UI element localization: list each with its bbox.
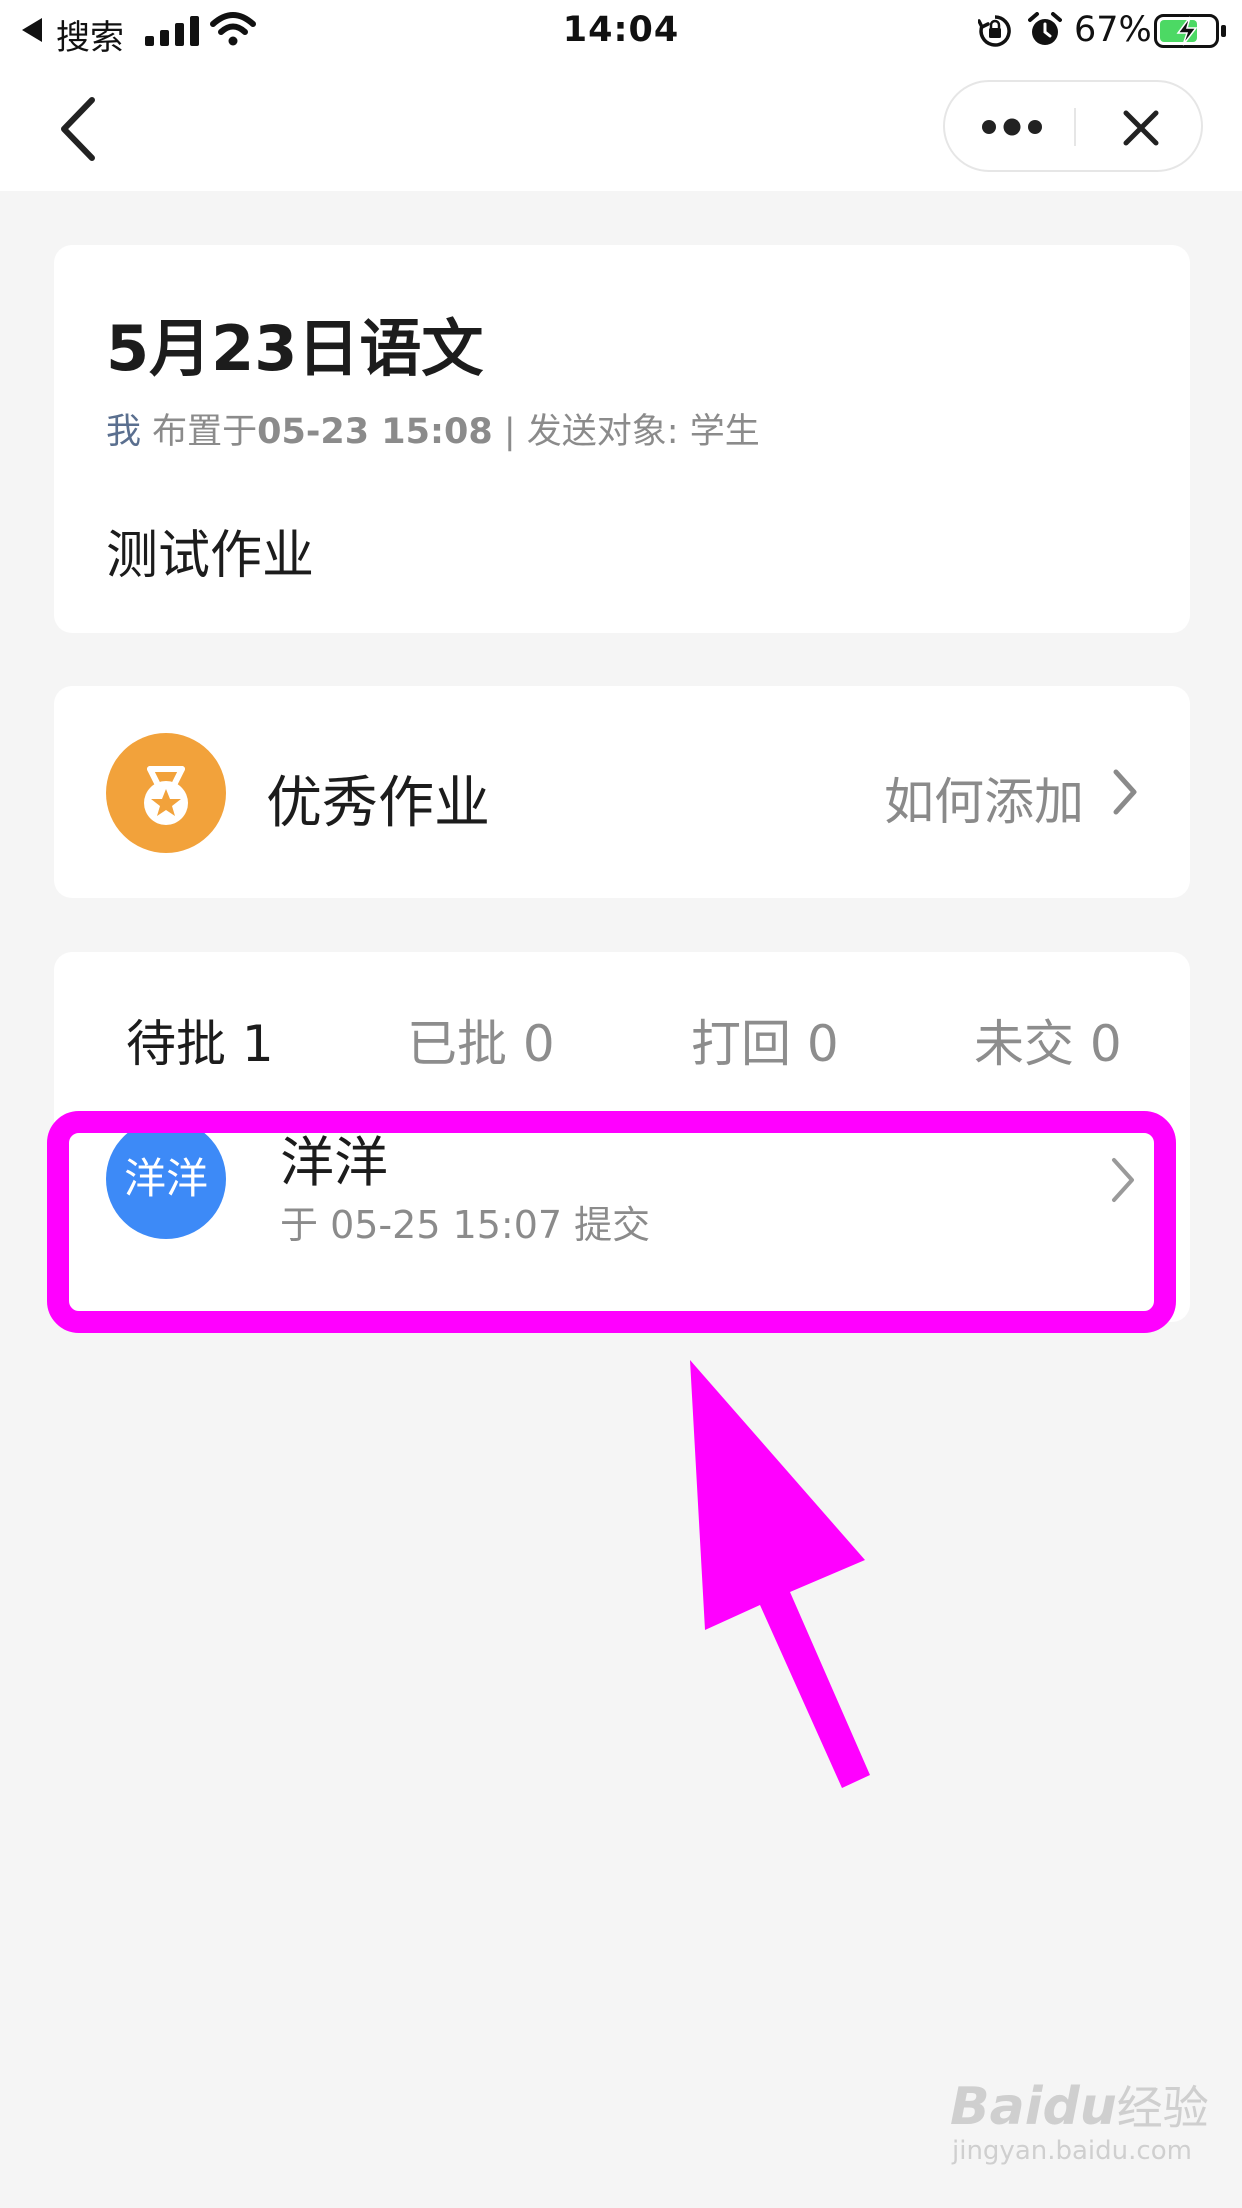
capsule-divider	[1074, 108, 1076, 146]
homework-title: 5月23日语文	[106, 312, 484, 385]
send-target: 发送对象: 学生	[526, 412, 760, 452]
homework-info-card: 5月23日语文 我 布置于05-23 15:08 | 发送对象: 学生 测试作业	[54, 245, 1190, 633]
watermark-brand-cn: 经验	[1116, 2081, 1209, 2135]
watermark-logo: Baidu经验 jingyan.baidu.com	[950, 2072, 1209, 2192]
alarm-icon	[1028, 12, 1062, 45]
orientation-lock-icon	[978, 15, 1011, 47]
watermark-url: jingyan.baidu.com	[952, 2136, 1192, 2166]
watermark-brand: Baidu经验	[950, 2072, 1209, 2138]
tab-pending[interactable]: 待批 1	[126, 1004, 274, 1076]
submission-list-card: 待批 1 已批 0 打回 0 未交 0 洋洋 洋洋 于 05-25 15:07 …	[54, 952, 1190, 1322]
how-to-add-link[interactable]: 如何添加	[884, 762, 1084, 834]
assigned-datetime: 05-23 15:08	[257, 412, 493, 452]
excellent-homework-label: 优秀作业	[266, 771, 490, 836]
battery-percentage: 67%	[1074, 10, 1152, 50]
assigned-label: 布置于	[152, 412, 258, 452]
homework-meta: 我 布置于05-23 15:08 | 发送对象: 学生	[106, 403, 760, 454]
back-chevron-icon[interactable]	[54, 94, 104, 164]
battery-charging-icon	[1154, 14, 1226, 48]
tab-not-submitted[interactable]: 未交 0	[974, 1004, 1122, 1076]
mini-program-capsule	[943, 80, 1203, 172]
status-bar: 搜索 14:04 67%	[0, 0, 1242, 62]
chevron-right-icon[interactable]	[1110, 1156, 1136, 1204]
close-icon[interactable]	[1121, 108, 1161, 148]
watermark-brand-latin: Baidu	[950, 2077, 1117, 2137]
avatar: 洋洋	[106, 1119, 226, 1239]
meta-separator: |	[503, 412, 516, 452]
excellent-homework-card[interactable]: 优秀作业 如何添加	[54, 686, 1190, 898]
student-name: 洋洋	[280, 1131, 388, 1194]
submission-time: 于 05-25 15:07 提交	[280, 1203, 651, 1247]
top-bar: 搜索 14:04 67%	[0, 0, 1242, 191]
pointer-arrow-icon	[690, 1360, 870, 1788]
tab-returned[interactable]: 打回 0	[691, 1004, 839, 1076]
assigner-name: 我	[106, 412, 142, 452]
tab-reviewed[interactable]: 已批 0	[407, 1004, 555, 1076]
submission-row[interactable]: 洋洋 洋洋 于 05-25 15:07 提交	[54, 1118, 1190, 1280]
medal-icon	[106, 733, 226, 853]
more-dots-icon[interactable]	[981, 112, 1043, 142]
homework-description: 测试作业	[106, 526, 315, 586]
chevron-right-icon[interactable]	[1112, 768, 1138, 816]
